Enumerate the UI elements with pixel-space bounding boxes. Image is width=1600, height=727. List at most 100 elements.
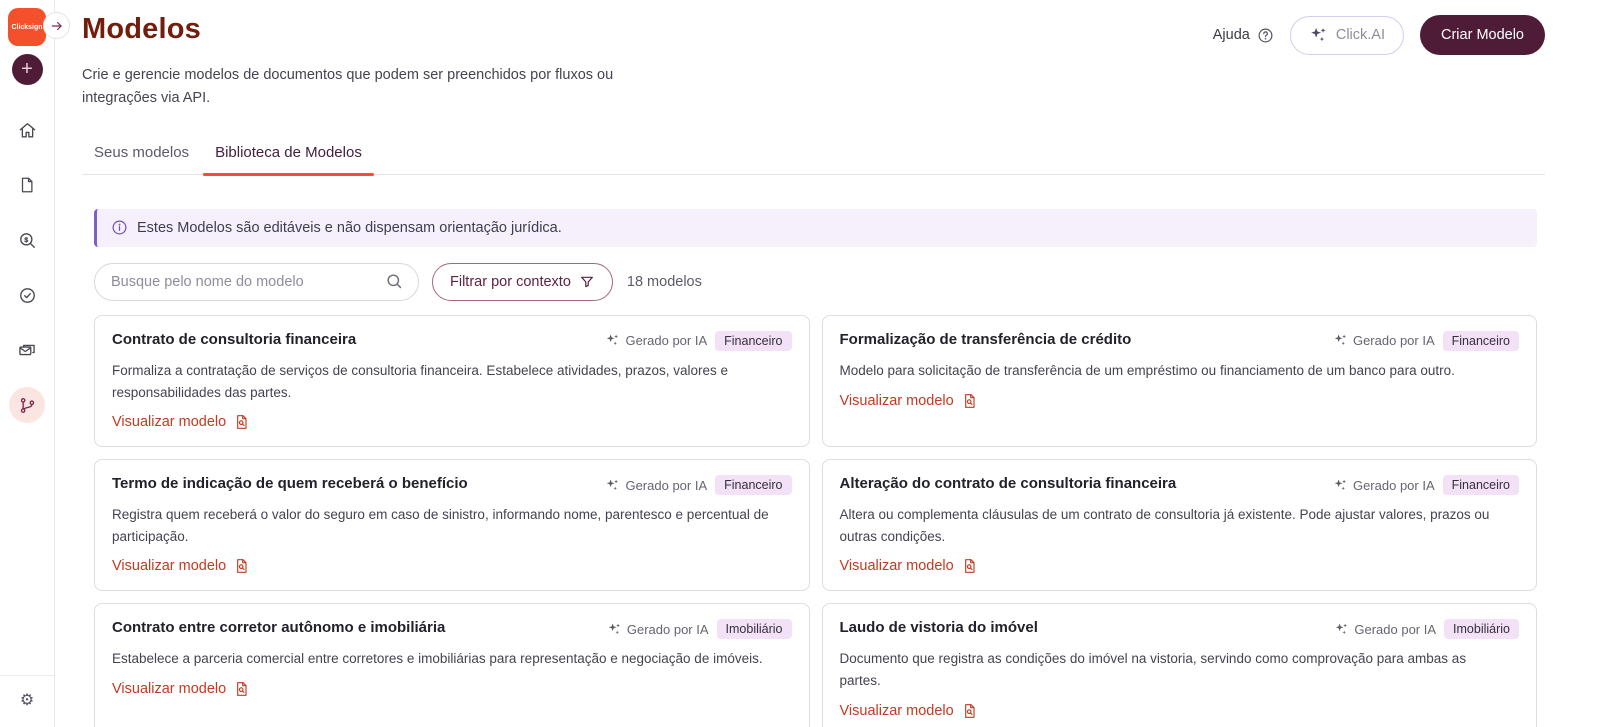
category-badge: Imobiliário <box>716 619 792 640</box>
ai-label: Gerado por IA <box>625 333 708 349</box>
ai-label: Gerado por IA <box>1352 333 1435 349</box>
filter-button[interactable]: Filtrar por contexto <box>432 262 613 301</box>
controls-row: Filtrar por contexto 18 modelos <box>94 262 1537 301</box>
ai-label: Gerado por IA <box>1352 477 1435 493</box>
view-model-link[interactable]: Visualizar modelo <box>112 558 250 574</box>
sidebar-nav: $ <box>9 112 45 423</box>
sparkle-icon <box>1333 333 1348 348</box>
branch-icon <box>18 396 37 415</box>
template-card: Contrato de consultoria financeira Gerad… <box>94 314 810 448</box>
home-icon <box>18 121 37 140</box>
sparkle-icon <box>1309 26 1328 45</box>
filter-label: Filtrar por contexto <box>450 273 571 290</box>
sparkle-icon <box>607 622 622 637</box>
category-badge: Financeiro <box>715 475 792 496</box>
view-model-label: Visualizar modelo <box>839 702 954 719</box>
create-model-button[interactable]: Criar Modelo <box>1420 15 1545 55</box>
card-head: Formalização de transferência de crédito… <box>840 330 1519 351</box>
card-description: Registra quem receberá o valor do seguro… <box>112 507 769 544</box>
sidebar-item-status[interactable] <box>9 277 45 313</box>
sidebar-item-templates-flows[interactable] <box>9 387 45 423</box>
view-model-label: Visualizar modelo <box>839 558 954 575</box>
search-input[interactable] <box>94 262 419 301</box>
help-link[interactable]: Ajuda <box>1213 27 1274 44</box>
ai-flag: Gerado por IA <box>1333 333 1435 348</box>
card-meta: Gerado por IA Financeiro <box>1333 330 1519 351</box>
arrow-right-icon <box>50 19 64 33</box>
ai-label: Gerado por IA <box>625 477 708 493</box>
card-meta: Gerado por IA Imobiliário <box>1334 619 1519 640</box>
view-model-label: Visualizar modelo <box>112 414 227 431</box>
info-banner: Estes Modelos são editáveis e não dispen… <box>94 208 1537 247</box>
models-count: 18 modelos <box>626 273 702 290</box>
main-content: Modelos Ajuda Click.AI Criar Modelo Crie… <box>55 0 1600 727</box>
sparkle-icon <box>605 333 620 348</box>
page-title: Modelos <box>82 13 202 45</box>
card-meta: Gerado por IA Financeiro <box>1333 475 1519 496</box>
document-search-icon <box>234 681 250 697</box>
card-title: Alteração do contrato de consultoria fin… <box>839 475 1177 493</box>
ai-flag: Gerado por IA <box>605 478 707 493</box>
card-head: Termo de indicação de quem receberá o be… <box>112 475 792 496</box>
card-head: Contrato entre corretor autônomo e imobi… <box>112 619 792 640</box>
cards-grid: Contrato de consultoria financeira Gerad… <box>94 314 1537 727</box>
template-card: Laudo de vistoria do imóvel Gerado por I… <box>821 603 1537 727</box>
sidebar-item-documents[interactable] <box>9 167 45 203</box>
subtitle-line-2: integrações via API. <box>82 90 211 107</box>
card-head: Alteração do contrato de consultoria fin… <box>839 475 1519 496</box>
card-meta: Gerado por IA Financeiro <box>605 475 792 496</box>
card-title: Termo de indicação de quem receberá o be… <box>112 475 468 493</box>
search-icon <box>385 272 404 291</box>
card-meta: Gerado por IA Financeiro <box>605 330 792 351</box>
view-model-link[interactable]: Visualizar modelo <box>840 393 978 409</box>
add-button[interactable]: + <box>11 54 43 85</box>
ai-label: Gerado por IA <box>1354 621 1437 637</box>
category-badge: Imobiliário <box>1444 619 1519 640</box>
ai-flag: Gerado por IA <box>605 333 707 348</box>
document-search-icon <box>962 558 978 574</box>
template-card: Formalização de transferência de crédito… <box>821 314 1537 448</box>
view-model-label: Visualizar modelo <box>112 680 227 697</box>
tab-bar: Seus modelos Biblioteca de Modelos <box>82 136 1545 176</box>
view-model-link[interactable]: Visualizar modelo <box>840 703 978 719</box>
view-model-link[interactable]: Visualizar modelo <box>112 414 250 430</box>
document-icon <box>18 176 36 194</box>
card-title: Laudo de vistoria do imóvel <box>839 619 1038 637</box>
ai-flag: Gerado por IA <box>1333 478 1435 493</box>
view-model-link[interactable]: Visualizar modelo <box>112 681 250 697</box>
header-actions: Ajuda Click.AI Criar Modelo <box>1213 15 1545 55</box>
category-badge: Financeiro <box>1442 475 1519 496</box>
ai-label: Gerado por IA <box>626 621 709 637</box>
card-description: Estabelece a parceria comercial entre co… <box>112 651 763 667</box>
sidebar-collapse-button[interactable] <box>43 12 70 39</box>
card-description: Formaliza a contratação de serviços de c… <box>112 362 729 400</box>
sidebar: Clicksign + $ ⚙ <box>0 0 55 727</box>
clickai-label: Click.AI <box>1335 27 1385 43</box>
sparkle-icon <box>1334 622 1349 637</box>
gear-icon[interactable]: ⚙ <box>20 693 34 709</box>
question-circle-icon <box>1257 27 1274 44</box>
view-model-link[interactable]: Visualizar modelo <box>840 558 978 574</box>
ai-flag: Gerado por IA <box>607 622 709 637</box>
card-title: Contrato de consultoria financeira <box>112 330 357 348</box>
svg-text:$: $ <box>24 236 28 243</box>
subtitle-line-1: Crie e gerencie modelos de documentos qu… <box>82 67 614 83</box>
sidebar-footer: ⚙ <box>0 675 54 727</box>
plus-icon: + <box>21 58 33 80</box>
card-description: Modelo para solicitação de transferência… <box>839 362 1455 378</box>
document-search-icon <box>234 414 250 430</box>
clickai-button[interactable]: Click.AI <box>1289 15 1404 55</box>
info-icon <box>111 219 128 236</box>
check-circle-icon <box>18 286 37 305</box>
clicksign-logo[interactable]: Clicksign <box>8 8 46 46</box>
search-dollar-icon: $ <box>18 231 37 250</box>
card-description: Documento que registra as condições do i… <box>839 651 1467 688</box>
category-badge: Financeiro <box>715 330 792 351</box>
sidebar-item-search-financial[interactable]: $ <box>9 222 45 258</box>
tab-seus-modelos[interactable]: Seus modelos <box>82 136 201 174</box>
sidebar-item-envelopes[interactable] <box>9 332 45 368</box>
tab-biblioteca-de-modelos[interactable]: Biblioteca de Modelos <box>203 136 374 176</box>
banner-text: Estes Modelos são editáveis e não dispen… <box>137 219 562 236</box>
sidebar-item-home[interactable] <box>9 112 45 148</box>
view-model-label: Visualizar modelo <box>112 558 227 575</box>
